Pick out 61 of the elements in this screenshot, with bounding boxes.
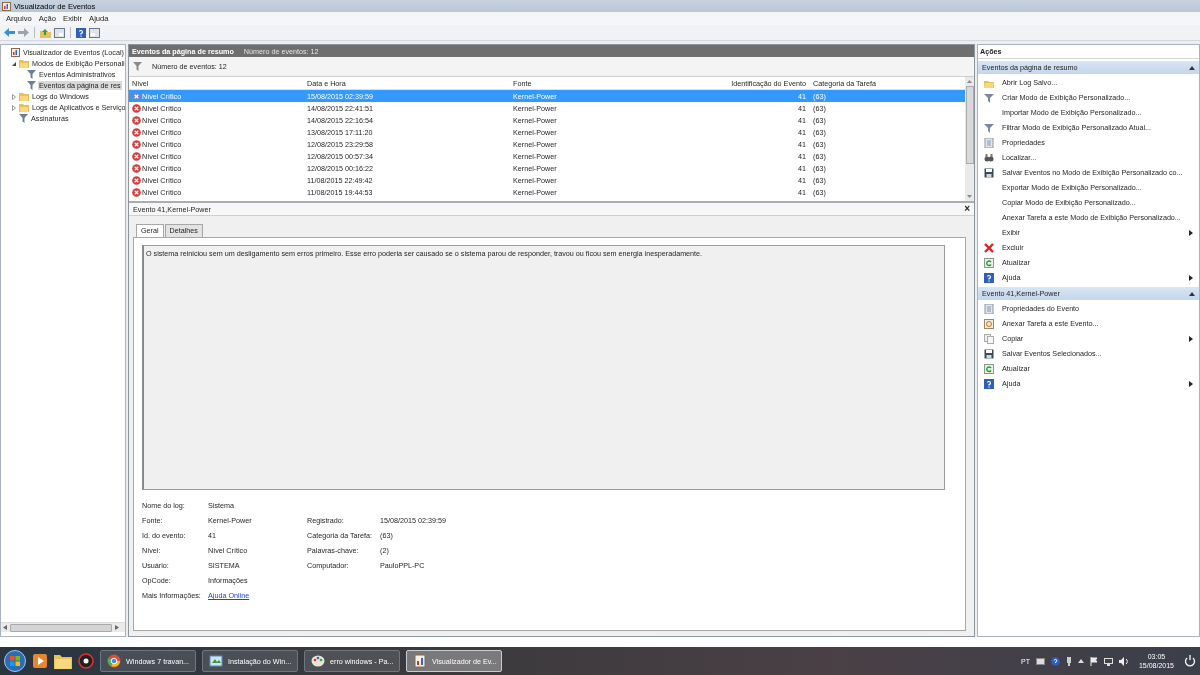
error-icon bbox=[132, 163, 141, 173]
pane-icon[interactable] bbox=[54, 27, 65, 38]
help-icon bbox=[984, 272, 994, 283]
network-icon[interactable] bbox=[1103, 656, 1113, 666]
folder-up-icon[interactable] bbox=[40, 27, 51, 38]
start-button-icon[interactable] bbox=[4, 650, 26, 672]
filter-icon bbox=[133, 62, 142, 71]
error-icon bbox=[132, 127, 141, 137]
folder-icon[interactable] bbox=[54, 653, 72, 669]
vertical-scrollbar[interactable] bbox=[965, 77, 974, 201]
filter-icon bbox=[984, 122, 994, 133]
power-icon[interactable] bbox=[1184, 655, 1196, 667]
up-arrow-icon bbox=[967, 79, 972, 84]
palette-icon bbox=[311, 654, 325, 668]
task-icon bbox=[984, 318, 994, 329]
folder-icon bbox=[19, 59, 29, 68]
back-arrow-icon[interactable] bbox=[4, 28, 15, 37]
folder-icon bbox=[19, 103, 29, 112]
speaker-icon[interactable] bbox=[1118, 656, 1129, 666]
delete-icon bbox=[984, 242, 994, 253]
folder-icon bbox=[19, 92, 29, 101]
error-icon bbox=[132, 151, 141, 161]
filter-icon bbox=[984, 92, 994, 103]
error-icon bbox=[132, 139, 141, 149]
binoculars-icon bbox=[984, 152, 994, 163]
expanded-arrow-icon[interactable] bbox=[11, 60, 17, 67]
document-icon bbox=[209, 654, 223, 668]
collapse-caret-icon[interactable] bbox=[1189, 291, 1195, 296]
viewer-icon bbox=[11, 48, 20, 57]
pane-icon[interactable] bbox=[89, 27, 100, 38]
help-icon[interactable] bbox=[76, 27, 86, 38]
error-icon bbox=[132, 103, 141, 113]
error-icon bbox=[132, 175, 141, 185]
save-icon bbox=[984, 167, 994, 178]
properties-icon bbox=[984, 137, 994, 148]
up-arrow-icon[interactable] bbox=[1077, 659, 1084, 663]
collapsed-arrow-icon[interactable] bbox=[11, 93, 17, 100]
collapsed-arrow-icon[interactable] bbox=[11, 104, 17, 111]
error-icon bbox=[132, 91, 141, 101]
filter-icon bbox=[19, 114, 28, 123]
refresh-icon bbox=[984, 363, 994, 374]
close-button[interactable]: × bbox=[964, 204, 970, 214]
error-icon bbox=[132, 115, 141, 125]
media-player-icon[interactable] bbox=[32, 653, 48, 669]
save-icon bbox=[984, 348, 994, 359]
refresh-icon bbox=[984, 257, 994, 268]
viewer-icon bbox=[413, 654, 427, 668]
help-icon[interactable] bbox=[1050, 656, 1060, 666]
left-arrow-icon bbox=[3, 625, 8, 630]
properties-icon bbox=[984, 303, 994, 314]
browser-icon bbox=[107, 654, 121, 668]
collapse-caret-icon[interactable] bbox=[1189, 65, 1195, 70]
app-icon bbox=[2, 1, 11, 11]
error-icon bbox=[132, 187, 141, 197]
keyboard-icon[interactable] bbox=[1035, 657, 1045, 665]
down-arrow-icon bbox=[967, 194, 972, 199]
help-icon bbox=[984, 378, 994, 389]
horizontal-scrollbar[interactable] bbox=[1, 622, 125, 632]
flag-icon[interactable] bbox=[1089, 656, 1098, 666]
right-arrow-icon bbox=[114, 625, 119, 630]
copy-icon bbox=[984, 333, 994, 344]
